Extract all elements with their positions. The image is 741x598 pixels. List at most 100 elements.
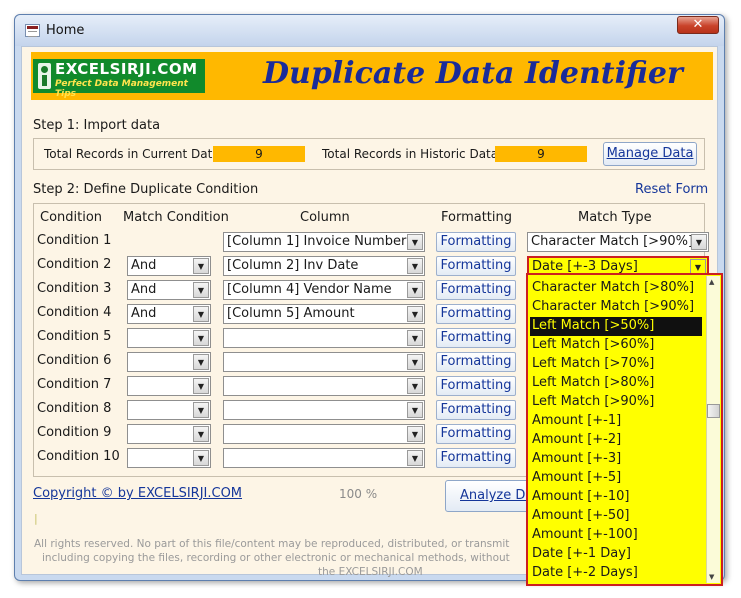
match-condition-combo[interactable]: And ▼ [127,256,211,276]
column-combo[interactable]: [Column 5] Amount ▼ [223,304,425,324]
condition-label: Condition 1 [37,233,112,248]
scroll-up-icon[interactable]: ▲ [709,278,714,286]
column-combo[interactable]: ▼ [223,424,425,444]
match-type-dropdown-list[interactable]: Character Match [>80%] Character Match [>… [526,273,723,586]
current-records-label: Total Records in Current Data: [44,147,224,161]
match-condition-combo[interactable]: ▼ [127,448,211,468]
reset-form-link[interactable]: Reset Form [635,182,708,197]
chevron-down-icon[interactable]: ▼ [407,306,423,322]
scroll-thumb[interactable] [707,404,720,418]
condition-label: Condition 6 [37,353,112,368]
match-condition-combo[interactable]: ▼ [127,424,211,444]
dropdown-option[interactable]: Date [+-1 Day] [530,545,702,564]
formatting-button[interactable]: Formatting [436,352,516,372]
dropdown-option[interactable]: Date [+-2 Days] [530,564,702,583]
condition-label: Condition 2 [37,257,112,272]
formatting-button[interactable]: Formatting [436,400,516,420]
match-condition-combo[interactable]: ▼ [127,328,211,348]
chevron-down-icon[interactable]: ▼ [407,450,423,466]
close-button[interactable]: ✕ [677,16,719,34]
dropdown-option[interactable]: Left Match [>90%] [530,393,702,412]
formatting-button[interactable]: Formatting [436,448,516,468]
chevron-down-icon[interactable]: ▼ [193,402,209,418]
condition-label: Condition 8 [37,401,112,416]
column-value: [Column 5] Amount [227,306,355,321]
chevron-down-icon[interactable]: ▼ [407,282,423,298]
column-value: [Column 4] Vendor Name [227,282,392,297]
current-records-value: 9 [213,146,305,162]
copyright-link[interactable]: Copyright © by EXCELSIRJI.COM [33,486,242,501]
formatting-button[interactable]: Formatting [436,424,516,444]
totals-panel: Total Records in Current Data: 9 Total R… [33,138,705,170]
dropdown-option[interactable]: Left Match [>50%] [530,317,702,336]
match-type-combo[interactable]: Character Match [>90%] ▼ [527,232,709,252]
column-combo[interactable]: ▼ [223,400,425,420]
dropdown-option[interactable]: Amount [+-1] [530,412,702,431]
logo-text: EXCELSIRJI.COM [55,60,198,78]
dropdown-option[interactable]: Character Match [>80%] [530,279,702,298]
access-form-icon [25,24,40,37]
dropdown-option[interactable]: Amount [+-3] [530,450,702,469]
chevron-down-icon[interactable]: ▼ [407,426,423,442]
dropdown-option[interactable]: Left Match [>80%] [530,374,702,393]
dropdown-option[interactable]: Amount [+-10] [530,488,702,507]
formatting-button[interactable]: Formatting [436,328,516,348]
dropdown-option[interactable]: Left Match [>60%] [530,336,702,355]
dropdown-option[interactable]: Amount [+-100] [530,526,702,545]
chevron-down-icon[interactable]: ▼ [193,426,209,442]
dropdown-option[interactable]: Amount [+-5] [530,469,702,488]
dropdown-option[interactable]: Left Match [>70%] [530,355,702,374]
chevron-down-icon[interactable]: ▼ [193,306,209,322]
match-condition-combo[interactable]: And ▼ [127,280,211,300]
logo-tagline: Perfect Data Management Tips [55,79,188,99]
title-bar[interactable]: Home ✕ [15,15,724,46]
scroll-down-icon[interactable]: ▼ [709,573,714,581]
chevron-down-icon[interactable]: ▼ [193,378,209,394]
legal-line-2: including copying the files, recording o… [42,552,510,564]
condition-label: Condition 10 [37,449,120,464]
formatting-button[interactable]: Formatting [436,376,516,396]
match-condition-combo[interactable]: And ▼ [127,304,211,324]
manage-data-button[interactable]: Manage Data [603,142,697,166]
dropdown-option[interactable]: Amount [+-50] [530,507,702,526]
dropdown-option[interactable]: Amount [+-2] [530,431,702,450]
chevron-down-icon[interactable]: ▼ [407,354,423,370]
progress-text: 100 % [339,487,378,501]
column-combo[interactable]: [Column 2] Inv Date ▼ [223,256,425,276]
formatting-button[interactable]: Formatting [436,256,516,276]
chevron-down-icon[interactable]: ▼ [193,282,209,298]
column-combo[interactable]: ▼ [223,448,425,468]
dropdown-scrollbar[interactable]: ▲ ▼ [706,276,720,583]
column-combo[interactable]: [Column 4] Vendor Name ▼ [223,280,425,300]
formatting-button[interactable]: Formatting [436,304,516,324]
dropdown-option[interactable]: Character Match [>90%] [530,298,702,317]
chevron-down-icon[interactable]: ▼ [407,402,423,418]
chevron-down-icon[interactable]: ▼ [193,330,209,346]
column-combo[interactable]: ▼ [223,328,425,348]
column-combo[interactable]: ▼ [223,352,425,372]
formatting-button[interactable]: Formatting [436,280,516,300]
chevron-down-icon[interactable]: ▼ [193,258,209,274]
match-condition-value: And [131,258,157,273]
match-condition-combo[interactable]: ▼ [127,400,211,420]
match-condition-value: And [131,282,157,297]
header-match-type: Match Type [578,210,652,225]
analyze-data-button[interactable]: Analyze Da [445,480,535,512]
chevron-down-icon[interactable]: ▼ [193,354,209,370]
chevron-down-icon[interactable]: ▼ [193,450,209,466]
chevron-down-icon[interactable]: ▼ [407,330,423,346]
match-type-value: Date [+-3 Days] [532,259,638,274]
formatting-button[interactable]: Formatting [436,232,516,252]
text-cursor-mark: | [34,512,38,525]
chevron-down-icon[interactable]: ▼ [407,378,423,394]
chevron-down-icon[interactable]: ▼ [407,258,423,274]
column-combo[interactable]: ▼ [223,376,425,396]
legal-line-3: the EXCELSIRJI.COM [318,566,423,578]
chevron-down-icon[interactable]: ▼ [407,234,423,250]
condition-label: Condition 9 [37,425,112,440]
match-condition-combo[interactable]: ▼ [127,376,211,396]
match-condition-combo[interactable]: ▼ [127,352,211,372]
chevron-down-icon[interactable]: ▼ [691,234,707,250]
column-combo[interactable]: [Column 1] Invoice Number ▼ [223,232,425,252]
header-match-condition: Match Condition [123,210,229,225]
